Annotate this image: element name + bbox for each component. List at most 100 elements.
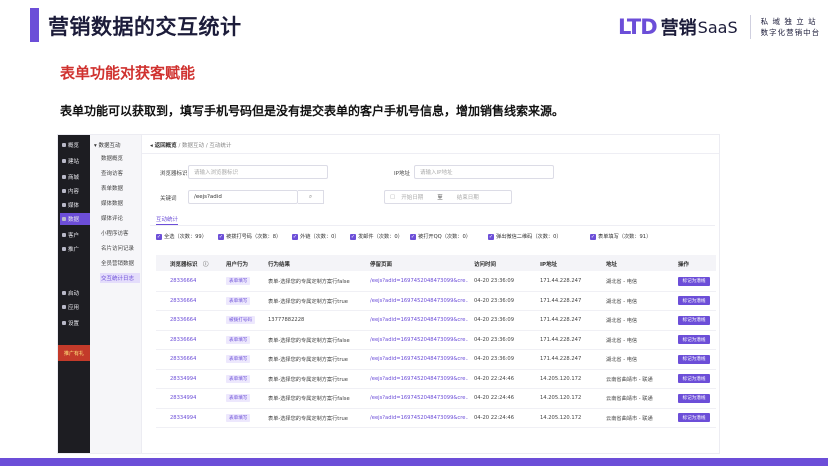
mark-lead-button[interactable]: 标记为潜线 bbox=[678, 335, 710, 344]
submenu-item-1[interactable]: 数据概览 bbox=[100, 153, 140, 163]
cell-source-id[interactable]: 28336664 bbox=[170, 337, 196, 343]
logo-divider bbox=[749, 15, 751, 39]
ip-input[interactable]: 请输入IP地址 bbox=[414, 165, 554, 179]
cell-page[interactable]: /eejs?adid=1697452048473099&cre... bbox=[370, 395, 468, 401]
cell-source-id[interactable]: 28334994 bbox=[170, 376, 196, 382]
sidebar-item-4[interactable]: 内容 bbox=[60, 185, 90, 197]
breadcrumb-path-1[interactable]: 数据互动 bbox=[182, 143, 204, 149]
filter-checkbox-4[interactable]: ✓ 发邮件（次数：0） bbox=[350, 233, 403, 240]
submenu-header[interactable]: ▾ 数据互动 bbox=[94, 141, 121, 149]
filter-checkbox-7[interactable]: ✓ 表单填写（次数：91） bbox=[590, 233, 651, 240]
table-row: 28334994 表单填写 表单-选择您的专属定制方案行false/eejs?adi… bbox=[156, 389, 716, 409]
cell-result: 13777882228 bbox=[268, 317, 305, 323]
app-icon bbox=[62, 305, 66, 309]
submenu-item-8[interactable]: 全员营销数据 bbox=[100, 258, 140, 268]
cell-source-id[interactable]: 28336664 bbox=[170, 317, 196, 323]
sidebar-item-label: 数据 bbox=[68, 217, 80, 223]
cell-result: 表单-选择您的专属定制方案行false bbox=[268, 279, 350, 285]
checkbox-label: 弹出微信二维码（次数：0） bbox=[496, 234, 562, 240]
cell-page[interactable]: /eejs?adid=1697452048473099&cre... bbox=[370, 356, 468, 362]
cell-behavior-badge: 表单填写 bbox=[226, 394, 251, 402]
submenu-item-4[interactable]: 媒体数据 bbox=[100, 198, 140, 208]
sidebar-item-label: 设置 bbox=[68, 321, 80, 327]
cell-page[interactable]: /eejs?adid=1697452048473099&cre... bbox=[370, 415, 468, 421]
col-time: 访问时间 bbox=[474, 262, 497, 268]
filter-checkbox-6[interactable]: ✓ 弹出微信二维码（次数：0） bbox=[488, 233, 562, 240]
checkbox-label: 被拨打号码（次数：8） bbox=[226, 234, 282, 240]
mark-lead-button[interactable]: 标记为潜线 bbox=[678, 374, 710, 383]
cell-page[interactable]: /eejs?adid=1697452048473099&cre... bbox=[370, 376, 468, 382]
breadcrumb-path-2: 互动统计 bbox=[209, 143, 232, 149]
mark-lead-button[interactable]: 标记为潜线 bbox=[678, 296, 710, 305]
tab-interaction-stats[interactable]: 互动统计 bbox=[156, 215, 178, 223]
customer-icon bbox=[62, 233, 66, 237]
cell-result: 表单-选择您的专属定制方案行false bbox=[268, 396, 350, 402]
submenu-item-3[interactable]: 表单数据 bbox=[100, 183, 140, 193]
cell-ip: 171.44.228.247 bbox=[540, 278, 582, 284]
cell-page[interactable]: /eejs?adid=1697452048473099&cre... bbox=[370, 337, 468, 343]
sidebar-item-10[interactable]: 应用 bbox=[60, 301, 90, 313]
mark-lead-button[interactable]: 标记为潜线 bbox=[678, 413, 710, 422]
filter-checkbox-5[interactable]: ✓ 被打开QQ（次数：0） bbox=[410, 233, 471, 240]
sidebar-item-label: 概览 bbox=[68, 143, 80, 149]
cell-source-id[interactable]: 28336664 bbox=[170, 278, 196, 284]
slide-description: 表单功能可以获取到，填写手机号码但是没有提交表单的客户手机号信息，增加销售线索来… bbox=[60, 104, 565, 118]
cell-address: 云南省曲靖市 - 联通 bbox=[606, 396, 653, 402]
date-range-input[interactable]: ▢ 开始日期 至 结束日期 bbox=[384, 190, 512, 204]
keyword-input[interactable]: /eejs?adid bbox=[188, 190, 298, 204]
source-id-input[interactable]: 请输入浏览器标识 bbox=[188, 165, 328, 179]
sidebar-item-label: 媒体 bbox=[68, 203, 80, 209]
promotion-icon bbox=[62, 247, 66, 251]
sidebar-item-7[interactable]: 客户 bbox=[60, 229, 90, 241]
app-screenshot: 推广有礼 ▾ 数据互动 数据概览 查询访客 表单数据 媒体数据 媒体评论 小程序访客 名片访… bbox=[57, 134, 720, 454]
filter-checkbox-3[interactable]: ✓ 外链（次数：0） bbox=[292, 233, 340, 240]
filter-checkbox-2[interactable]: ✓ 被拨打号码（次数：8） bbox=[218, 233, 281, 240]
table-row: 28336664 表单填写 表单-选择您的专属定制方案行false/eejs?adi… bbox=[156, 272, 716, 292]
cell-result: 表单-选择您的专属定制方案行false bbox=[268, 337, 350, 344]
cell-address: 云南省曲靖市 - 联通 bbox=[606, 415, 653, 422]
sidebar-item-5[interactable]: 媒体 bbox=[60, 199, 90, 211]
launch-icon bbox=[62, 291, 66, 295]
promo-banner[interactable]: 推广有礼 bbox=[58, 345, 90, 361]
slide-title: 营销数据的交互统计 bbox=[48, 15, 242, 39]
checkmark-icon: ✓ bbox=[218, 233, 224, 240]
table-row: 28336664 表单填写 表单-选择您的专属定制方案行true/eejs?adid… bbox=[156, 350, 716, 370]
submenu-item-5[interactable]: 媒体评论 bbox=[100, 213, 140, 223]
cell-source-id[interactable]: 28334994 bbox=[170, 415, 196, 421]
submenu-item-9[interactable]: 交互统计日志 bbox=[100, 273, 140, 283]
logo-tagline-1: 私 域 独 立 站 bbox=[760, 17, 817, 26]
cell-page[interactable]: /eejs?adid=1697452048473099&cre... bbox=[370, 317, 468, 323]
table-header: 浏览器标识 ⓘ 用户行为 行为结果 停留页面 访问时间 IP地址 地址 操作 bbox=[156, 255, 716, 271]
cell-page[interactable]: /eejs?adid=1697452048473099&cre... bbox=[370, 298, 468, 304]
sidebar-item-3[interactable]: 商城 bbox=[60, 171, 90, 183]
breadcrumb-back[interactable]: ◂ 返回概览 bbox=[150, 143, 177, 149]
sidebar-item-6[interactable]: 数据 bbox=[60, 213, 90, 225]
col-source-id[interactable]: 浏览器标识 bbox=[170, 260, 198, 268]
content-icon bbox=[62, 189, 66, 193]
cell-time: 04-20 22:24:46 bbox=[474, 414, 515, 421]
sidebar-item-label: 启动 bbox=[68, 291, 80, 297]
sidebar-item-2[interactable]: 建站 bbox=[60, 155, 90, 167]
sidebar-item-9[interactable]: 启动 bbox=[60, 287, 90, 299]
submenu-item-6[interactable]: 小程序访客 bbox=[100, 228, 140, 238]
submenu-item-7[interactable]: 名片访问记录 bbox=[100, 243, 140, 253]
keyword-search-button[interactable]: ⌕ bbox=[298, 190, 324, 204]
table-row: 28336664 被拨打号码 13777882228/eejs?adid=16974… bbox=[156, 311, 716, 331]
mark-lead-button[interactable]: 标记为潜线 bbox=[678, 276, 710, 286]
sidebar-item-8[interactable]: 推广 bbox=[60, 243, 90, 255]
cell-source-id[interactable]: 28336664 bbox=[170, 298, 196, 304]
submenu-item-2[interactable]: 查询访客 bbox=[100, 168, 140, 178]
cell-source-id[interactable]: 28334994 bbox=[170, 395, 196, 401]
mark-lead-button[interactable]: 标记为潜线 bbox=[678, 393, 710, 403]
cell-source-id[interactable]: 28336664 bbox=[170, 356, 196, 362]
col-result: 行为结果 bbox=[268, 262, 291, 268]
cell-page[interactable]: /eejs?adid=1697452048473099&cre... bbox=[370, 278, 468, 284]
search-icon: ⌕ bbox=[308, 193, 313, 200]
sidebar-item-11[interactable]: 设置 bbox=[60, 317, 90, 329]
ip-label: IP地址 bbox=[394, 171, 410, 177]
mark-lead-button[interactable]: 标记为潜线 bbox=[678, 315, 710, 325]
filter-checkbox-1[interactable]: ✓ 全选（次数：99） bbox=[156, 233, 207, 240]
help-icon[interactable]: ⓘ bbox=[203, 260, 209, 268]
sidebar-item-1[interactable]: 概览 bbox=[60, 139, 90, 151]
mark-lead-button[interactable]: 标记为潜线 bbox=[678, 354, 710, 364]
